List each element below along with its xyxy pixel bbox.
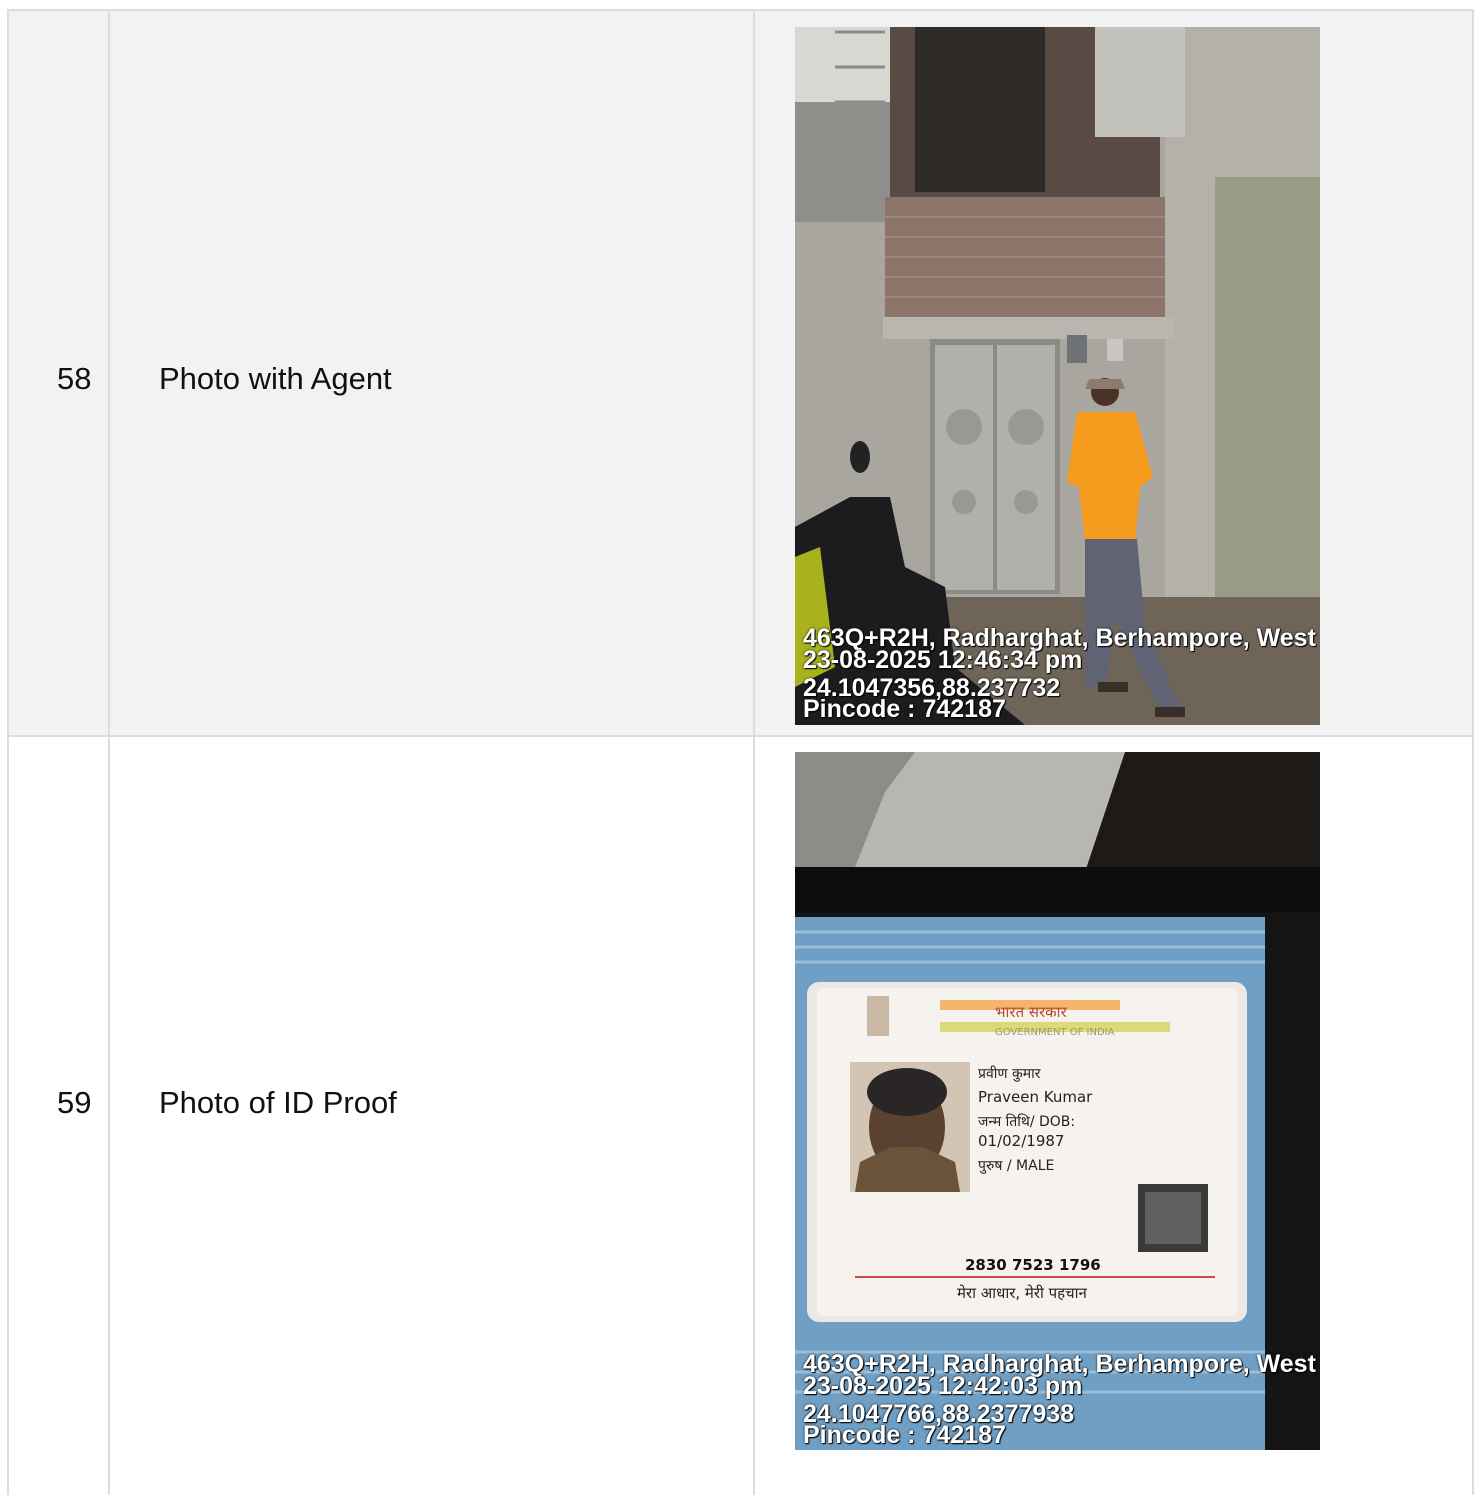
card-gender: पुरुष / MALE	[978, 1158, 1055, 1174]
card-dob-label: जन्म तिथि/ DOB:	[978, 1114, 1076, 1130]
card-name-hindi: प्रवीण कुमार	[978, 1066, 1041, 1082]
row-label: Photo with Agent	[159, 361, 392, 396]
card-dob: 01/02/1987	[978, 1132, 1065, 1150]
card-aadhaar-number: 2830 7523 1796	[965, 1256, 1101, 1274]
photo-stamp-pincode: Pincode : 742187	[803, 695, 1006, 723]
photo-stamp-datetime: 23-08-2025 12:46:34 pm	[803, 646, 1083, 674]
agent-photo: 463Q+R2H, Radharghat, Berhampore, West B…	[795, 27, 1320, 725]
id-proof-photo: भारत सरकार GOVERNMENT OF INDIA प्रवीण कु…	[795, 752, 1320, 1450]
photo-stamp-pincode: Pincode : 742187	[803, 1421, 1006, 1449]
card-tagline: मेरा आधार, मेरी पहचान	[957, 1284, 1087, 1302]
card-header-english: GOVERNMENT OF INDIA	[995, 1027, 1115, 1038]
row-number: 59	[57, 1085, 92, 1120]
row-label: Photo of ID Proof	[159, 1085, 397, 1120]
house-scene-image	[795, 27, 1320, 725]
row-number: 58	[57, 361, 92, 396]
photo-stamp-datetime: 23-08-2025 12:42:03 pm	[803, 1372, 1083, 1400]
card-header-hindi: भारत सरकार	[995, 1003, 1067, 1021]
card-name-english: Praveen Kumar	[978, 1088, 1093, 1106]
